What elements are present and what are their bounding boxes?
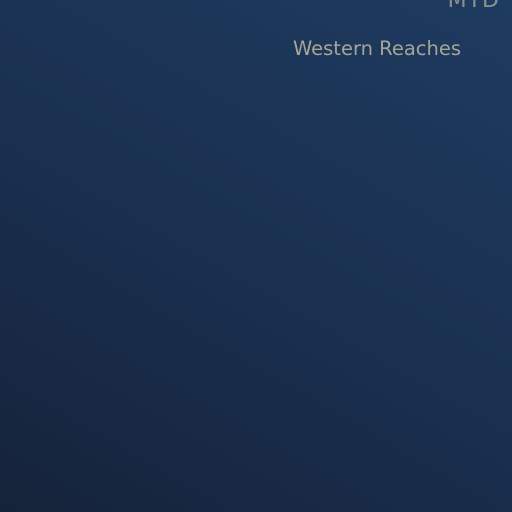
- region-label: Western Reaches: [293, 37, 462, 60]
- panel-background: MTD Western Reaches: [0, 0, 512, 512]
- period-label: MTD: [447, 0, 500, 13]
